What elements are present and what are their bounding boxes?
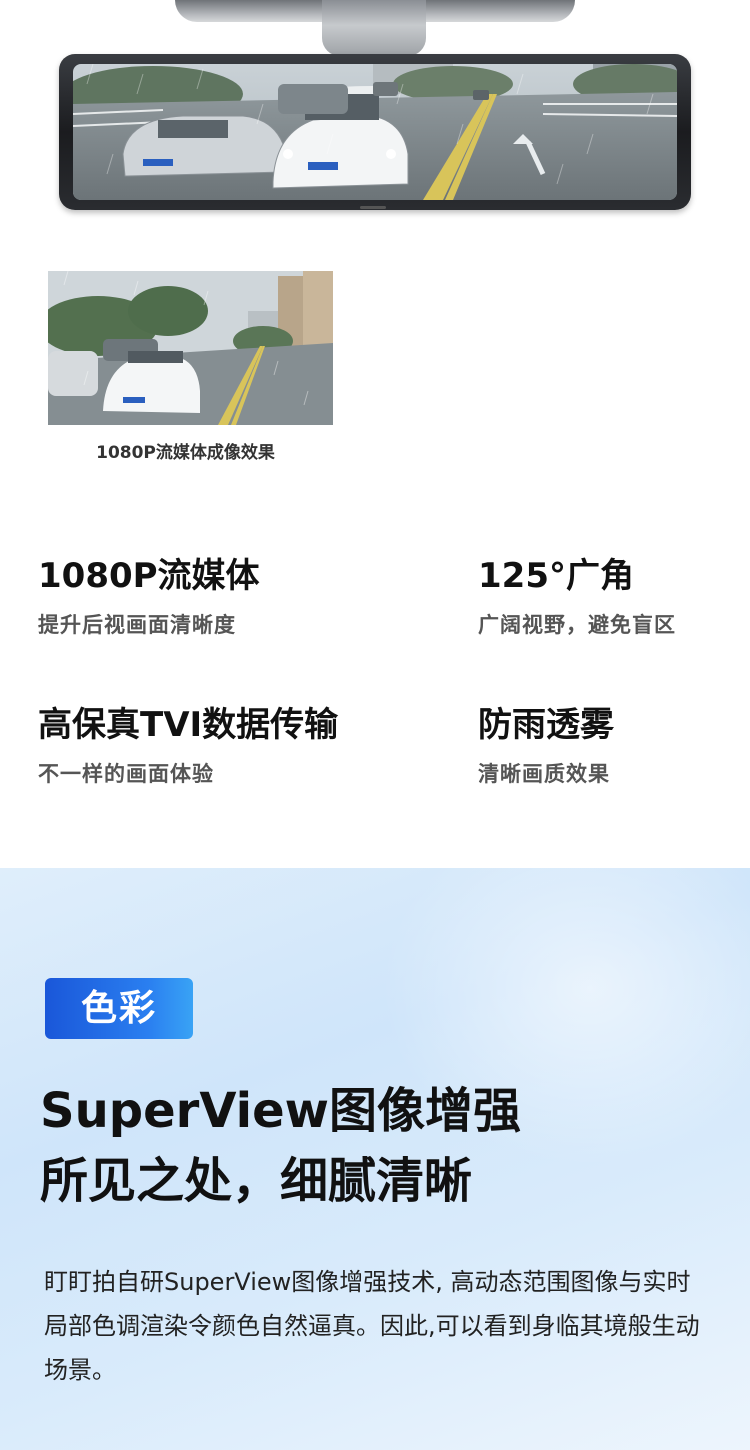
mirror-bottom-button xyxy=(360,206,386,209)
feature-tvi-transmission: 高保真TVI数据传输 不一样的画面体验 xyxy=(38,697,338,788)
color-tag-badge: 色彩 xyxy=(45,978,193,1039)
rainy-road-scene xyxy=(73,64,677,200)
feature-title: 125°广角 xyxy=(478,556,634,596)
feature-subtitle: 广阔视野，避免盲区 xyxy=(478,613,676,637)
stream-media-sample-image xyxy=(48,271,333,425)
rainy-road-thumbnail xyxy=(48,271,333,425)
mirror-mount-arm xyxy=(322,0,426,56)
feature-subtitle: 不一样的画面体验 xyxy=(38,762,214,786)
headline-line-2: 所见之处，细腻清晰 xyxy=(40,1153,473,1209)
feature-rain-fog: 防雨透雾 清晰画质效果 xyxy=(478,697,614,788)
rearview-mirror-device xyxy=(59,54,691,210)
thumbnail-caption: 1080P流媒体成像效果 xyxy=(96,443,275,463)
feature-1080p-streaming: 1080P流媒体 提升后视画面清晰度 xyxy=(38,548,260,639)
feature-title: 1080P流媒体 xyxy=(38,556,260,596)
headline-line-1: SuperView图像增强 xyxy=(40,1083,521,1139)
feature-wide-angle: 125°广角 广阔视野，避免盲区 xyxy=(478,548,676,639)
feature-title: 防雨透雾 xyxy=(478,705,614,745)
feature-subtitle: 提升后视画面清晰度 xyxy=(38,613,236,637)
feature-subtitle: 清晰画质效果 xyxy=(478,762,610,786)
color-section: 色彩 SuperView图像增强 所见之处，细腻清晰 盯盯拍自研SuperVie… xyxy=(0,868,750,1450)
mirror-screen-image xyxy=(73,64,677,200)
section-body-text: 盯盯拍自研SuperView图像增强技术, 高动态范围图像与实时局部色调渲染令颜… xyxy=(44,1268,700,1384)
feature-title: 高保真TVI数据传输 xyxy=(38,705,339,745)
section-headline: SuperView图像增强 所见之处，细腻清晰 xyxy=(40,1076,521,1216)
